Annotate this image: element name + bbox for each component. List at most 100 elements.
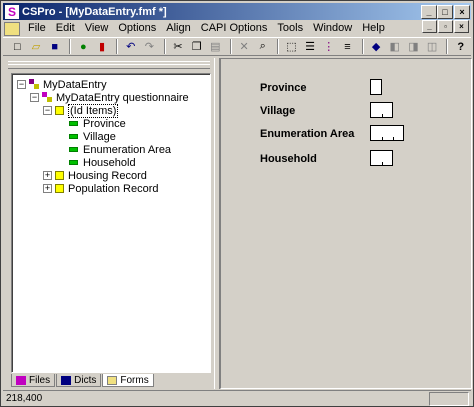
tree-node-record[interactable]: + Population Record bbox=[43, 182, 159, 195]
toolbar-separator bbox=[69, 39, 72, 54]
tree-node-root[interactable]: − MyDataEntry bbox=[17, 78, 107, 91]
title-bar: S CSPro - [MyDataEntry.fmf *] _ □ × bbox=[3, 3, 471, 20]
run-icon[interactable]: ● bbox=[75, 39, 92, 55]
folder-icon bbox=[55, 171, 64, 180]
copy-icon[interactable]: ❐ bbox=[188, 39, 205, 55]
find-icon[interactable]: ⌕ bbox=[254, 39, 271, 55]
field-label-enumeration-area[interactable]: Enumeration Area bbox=[260, 128, 354, 140]
tab-files[interactable]: Files bbox=[11, 374, 56, 387]
save-icon[interactable]: ■ bbox=[46, 39, 63, 55]
tree-pane: − MyDataEntry − MyDataEntry questionnair… bbox=[4, 58, 214, 389]
redo-icon[interactable]: ↷ bbox=[141, 39, 158, 55]
mdi-restore-button[interactable]: ▫ bbox=[438, 20, 453, 33]
folder-icon bbox=[55, 106, 64, 115]
book-icon[interactable]: ◆ bbox=[368, 39, 385, 55]
main-window: S CSPro - [MyDataEntry.fmf *] _ □ × File… bbox=[0, 0, 474, 407]
tree-label-record: Population Record bbox=[68, 182, 159, 195]
tree-label-root: MyDataEntry bbox=[43, 78, 107, 91]
tree-label-id-items: (Id Items) bbox=[68, 103, 119, 118]
tree-node-record[interactable]: + Housing Record bbox=[43, 169, 147, 182]
tree-label-item: Household bbox=[83, 156, 136, 169]
field-box-province[interactable] bbox=[370, 79, 382, 95]
field-label-household[interactable]: Household bbox=[260, 153, 317, 165]
traffic-light-icon[interactable]: ▮ bbox=[94, 39, 111, 55]
field-box-enumeration-area[interactable] bbox=[370, 125, 404, 141]
form-canvas[interactable]: Province Village Enumeration Area Househ… bbox=[220, 58, 472, 389]
collapse-icon[interactable]: − bbox=[30, 93, 39, 102]
field-box-village[interactable] bbox=[370, 102, 393, 118]
tree-item[interactable]: Village bbox=[69, 130, 116, 143]
toolbar-separator bbox=[361, 39, 364, 54]
collapse-icon[interactable]: − bbox=[17, 80, 26, 89]
arrange-icon[interactable]: ◫ bbox=[424, 39, 441, 55]
field-tick bbox=[382, 114, 383, 117]
toolbar-separator bbox=[163, 39, 166, 54]
paste-icon[interactable]: ▤ bbox=[207, 39, 224, 55]
minimize-button[interactable]: _ bbox=[421, 5, 437, 19]
toolbar-separator bbox=[229, 39, 232, 54]
menu-help[interactable]: Help bbox=[357, 21, 390, 36]
align-icon[interactable]: ☰ bbox=[302, 39, 319, 55]
tree-label-item: Enumeration Area bbox=[83, 143, 172, 156]
new-icon[interactable]: □ bbox=[9, 39, 26, 55]
menu-capi-options[interactable]: CAPI Options bbox=[196, 21, 273, 36]
toolbar-separator bbox=[277, 39, 280, 54]
status-coordinates: 218,400 bbox=[6, 392, 43, 404]
tree-node-id-items[interactable]: − (Id Items) bbox=[43, 103, 119, 118]
menu-options[interactable]: Options bbox=[113, 21, 161, 36]
files-icon bbox=[16, 375, 26, 385]
field-tick bbox=[382, 162, 383, 165]
tree-view[interactable]: − MyDataEntry − MyDataEntry questionnair… bbox=[11, 73, 211, 373]
window-title: CSPro - [MyDataEntry.fmf *] bbox=[22, 5, 167, 18]
grid-icon[interactable]: ⋮ bbox=[320, 39, 337, 55]
delete-icon[interactable]: ✕ bbox=[236, 39, 253, 55]
field-tick bbox=[393, 137, 394, 140]
tree-node-questionnaire[interactable]: − MyDataEntry questionnaire bbox=[30, 91, 189, 104]
mdi-minimize-button[interactable]: _ bbox=[422, 20, 437, 33]
field-label-village[interactable]: Village bbox=[260, 105, 295, 117]
menu-align[interactable]: Align bbox=[161, 21, 195, 36]
tree-label-item: Province bbox=[83, 117, 126, 130]
folder-icon bbox=[55, 184, 64, 193]
tree-label-questionnaire: MyDataEntry questionnaire bbox=[56, 91, 189, 104]
tab-forms-label: Forms bbox=[120, 374, 149, 386]
help-icon[interactable]: ? bbox=[452, 39, 469, 55]
menu-view[interactable]: View bbox=[80, 21, 114, 36]
cut-icon[interactable]: ✂ bbox=[170, 39, 187, 55]
form-file-icon bbox=[29, 79, 40, 90]
pane-grip[interactable] bbox=[8, 61, 210, 69]
collapse-icon[interactable]: − bbox=[43, 106, 52, 115]
expand-icon[interactable]: + bbox=[43, 171, 52, 180]
status-panel bbox=[429, 391, 469, 406]
tree-item[interactable]: Household bbox=[69, 156, 136, 169]
cascade-icon[interactable]: ◧ bbox=[386, 39, 403, 55]
mdi-close-button[interactable]: × bbox=[454, 20, 469, 33]
tab-forms[interactable]: Forms bbox=[102, 374, 154, 387]
tab-dicts[interactable]: Dicts bbox=[56, 374, 102, 387]
tile-icon[interactable]: ◨ bbox=[405, 39, 422, 55]
tree-item[interactable]: Enumeration Area bbox=[69, 143, 171, 156]
open-icon[interactable]: ▱ bbox=[28, 39, 45, 55]
undo-icon[interactable]: ↶ bbox=[122, 39, 139, 55]
status-bar: 218,400 bbox=[3, 390, 471, 406]
expand-icon[interactable]: + bbox=[43, 184, 52, 193]
tree-item[interactable]: Province bbox=[69, 117, 126, 130]
field-box-household[interactable] bbox=[370, 150, 393, 166]
forms-icon bbox=[107, 375, 118, 385]
tree-label-record: Housing Record bbox=[68, 169, 147, 182]
field-label-province[interactable]: Province bbox=[260, 82, 306, 94]
tab-dicts-label: Dicts bbox=[74, 374, 97, 386]
toolbar: □ ▱ ■ ● ▮ ↶ ↷ ✂ ❐ ▤ ✕ ⌕ ⬚ ☰ ⋮ ≡ ◆ ◧ ◨ ◫ … bbox=[3, 37, 471, 56]
field-icon bbox=[69, 160, 78, 165]
field-tick bbox=[382, 137, 383, 140]
document-icon[interactable] bbox=[4, 21, 20, 36]
select-box-icon[interactable]: ⬚ bbox=[283, 39, 300, 55]
maximize-button[interactable]: □ bbox=[437, 5, 453, 19]
menu-window[interactable]: Window bbox=[308, 21, 357, 36]
menu-tools[interactable]: Tools bbox=[272, 21, 308, 36]
list-icon[interactable]: ≡ bbox=[339, 39, 356, 55]
menu-edit[interactable]: Edit bbox=[51, 21, 80, 36]
menu-file[interactable]: File bbox=[23, 21, 51, 36]
close-button[interactable]: × bbox=[454, 5, 470, 19]
tree-label-item: Village bbox=[83, 130, 116, 143]
